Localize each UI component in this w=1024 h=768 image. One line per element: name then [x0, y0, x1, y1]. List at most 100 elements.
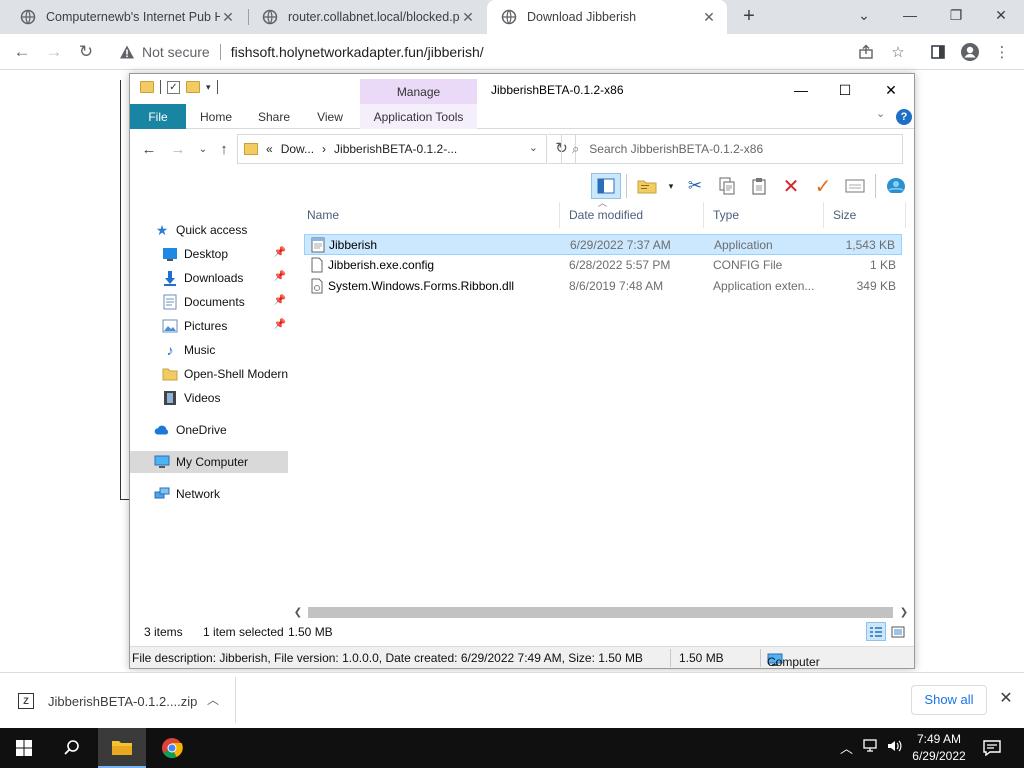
sidebar-item-music[interactable]: ♪ Music: [130, 339, 288, 361]
properties-icon[interactable]: ✓: [167, 80, 180, 94]
breadcrumb-downloads[interactable]: Dow...: [281, 142, 314, 156]
scroll-left-icon[interactable]: ❮: [290, 604, 306, 621]
copy-icon[interactable]: [712, 173, 742, 199]
cut-icon[interactable]: ✂: [680, 173, 710, 199]
breadcrumb[interactable]: « Dow... › JibberishBETA-0.1.2-... ⌄: [237, 134, 547, 164]
restore-button[interactable]: ❐: [933, 0, 979, 30]
close-tab-icon[interactable]: ✕: [701, 9, 717, 25]
pin-icon[interactable]: 📌: [274, 295, 286, 306]
customize-qat-icon[interactable]: ▾: [206, 82, 211, 93]
help-icon[interactable]: ?: [896, 109, 912, 125]
table-row[interactable]: System.Windows.Forms.Ribbon.dll 8/6/2019…: [304, 276, 902, 297]
reload-button[interactable]: ↻: [73, 39, 99, 65]
share-icon[interactable]: [856, 42, 876, 62]
breadcrumb-overflow[interactable]: «: [266, 142, 273, 156]
tab-share[interactable]: Share: [250, 104, 298, 129]
delete-icon[interactable]: ✕: [776, 173, 806, 199]
column-header-date[interactable]: Date modified: [560, 202, 704, 228]
tab-download-jibberish[interactable]: Download Jibberish ✕: [487, 0, 727, 34]
volume-icon[interactable]: [886, 738, 904, 757]
details-view-icon[interactable]: [866, 622, 886, 641]
sidebar-item-videos[interactable]: Videos: [130, 387, 288, 409]
file-type: Application exten...: [713, 279, 815, 293]
sidebar-item-my-computer[interactable]: My Computer: [130, 451, 288, 473]
network-tray-icon[interactable]: [862, 738, 880, 757]
address-bar[interactable]: Not secure fishsoft.holynetworkadapter.f…: [108, 37, 916, 67]
tab-application-tools[interactable]: Application Tools: [360, 104, 477, 129]
minimize-button[interactable]: —: [778, 78, 824, 102]
chevron-up-icon[interactable]: ︿: [840, 738, 853, 757]
column-header-name[interactable]: Name: [298, 202, 560, 228]
new-folder-icon[interactable]: [632, 173, 662, 199]
start-button[interactable]: [0, 728, 48, 768]
paste-icon[interactable]: [744, 173, 774, 199]
close-tab-icon[interactable]: ✕: [460, 9, 476, 25]
search-icon: [64, 740, 79, 755]
breadcrumb-current-folder[interactable]: JibberishBETA-0.1.2-...: [334, 142, 457, 156]
large-icons-view-icon[interactable]: [888, 622, 908, 641]
profile-avatar[interactable]: [960, 42, 980, 62]
close-icon[interactable]: ✕: [996, 689, 1016, 709]
new-folder-icon[interactable]: [186, 81, 200, 93]
pin-icon[interactable]: 📌: [274, 271, 286, 282]
scroll-right-icon[interactable]: ❯: [896, 604, 912, 621]
table-row[interactable]: Jibberish 6/29/2022 7:37 AM Application …: [304, 234, 902, 255]
kebab-menu-icon[interactable]: ⋮: [992, 42, 1012, 62]
sidebar-item-downloads[interactable]: Downloads 📌: [130, 267, 288, 289]
email-icon[interactable]: [840, 173, 870, 199]
search-button[interactable]: [48, 728, 96, 768]
tab-computernewb[interactable]: Computernewb's Internet Pub H ✕: [6, 0, 246, 34]
close-button[interactable]: ✕: [868, 78, 914, 102]
chrome-taskbar-button[interactable]: [148, 728, 196, 768]
forward-arrow-icon[interactable]: →: [168, 140, 188, 160]
forward-button[interactable]: →: [41, 39, 67, 65]
maximize-button[interactable]: ☐: [822, 78, 868, 102]
column-header-type[interactable]: Type: [704, 202, 824, 228]
breadcrumb-separator[interactable]: ›: [322, 142, 326, 156]
tab-router-blocked[interactable]: router.collabnet.local/blocked.ph ✕: [248, 0, 486, 34]
chevron-up-icon[interactable]: ︿: [204, 691, 222, 709]
sidebar-item-pictures[interactable]: Pictures 📌: [130, 315, 288, 337]
recent-locations-icon[interactable]: ⌄: [193, 140, 213, 160]
sidebar-item-quick-access[interactable]: ★ Quick access: [130, 219, 288, 241]
back-button[interactable]: ←: [9, 39, 35, 65]
open-shell-icon[interactable]: [881, 173, 911, 199]
search-input[interactable]: ⌕ Search JibberishBETA-0.1.2-x86: [561, 134, 903, 164]
manage-context-tab[interactable]: Manage: [360, 79, 477, 104]
properties-check-icon[interactable]: ✓: [808, 173, 838, 199]
system-clock[interactable]: 7:49 AM 6/29/2022: [904, 731, 974, 765]
sidebar-item-documents[interactable]: Documents 📌: [130, 291, 288, 313]
new-tab-button[interactable]: +: [737, 5, 761, 29]
chevron-down-icon[interactable]: ⌄: [529, 141, 538, 154]
chevron-down-icon[interactable]: ▾: [664, 173, 678, 199]
sidebar-item-openshell[interactable]: Open-Shell Modern: [130, 363, 288, 385]
expand-ribbon-icon[interactable]: ⌄: [876, 107, 885, 120]
back-arrow-icon[interactable]: ←: [139, 140, 159, 160]
bookmark-star-icon[interactable]: ☆: [888, 42, 908, 62]
show-all-button[interactable]: Show all: [911, 685, 987, 715]
table-row[interactable]: Jibberish.exe.config 6/28/2022 5:57 PM C…: [304, 255, 902, 276]
tab-file[interactable]: File: [130, 104, 186, 129]
up-arrow-icon[interactable]: ↑: [214, 140, 234, 160]
tab-home[interactable]: Home: [192, 104, 240, 129]
tab-view[interactable]: View: [308, 104, 352, 129]
side-panel-icon[interactable]: [928, 42, 948, 62]
notification-icon[interactable]: [982, 738, 1002, 758]
file-explorer-taskbar-button[interactable]: [98, 728, 146, 768]
minimize-button[interactable]: —: [887, 0, 933, 30]
url-text[interactable]: fishsoft.holynetworkadapter.fun/jibberis…: [231, 44, 484, 60]
warning-icon[interactable]: [118, 43, 136, 61]
pin-icon[interactable]: 📌: [274, 247, 286, 258]
close-window-button[interactable]: ✕: [978, 0, 1024, 30]
column-header-size[interactable]: Size: [824, 202, 906, 228]
pin-icon[interactable]: 📌: [274, 319, 286, 330]
horizontal-scrollbar[interactable]: ❮ ❯: [290, 604, 914, 621]
file-date: 6/28/2022 5:57 PM: [569, 258, 671, 272]
close-tab-icon[interactable]: ✕: [220, 9, 236, 25]
sidebar-item-onedrive[interactable]: OneDrive: [130, 419, 288, 441]
chevron-down-icon[interactable]: ⌄: [841, 0, 887, 30]
scrollbar-thumb[interactable]: [308, 607, 893, 618]
sidebar-item-desktop[interactable]: Desktop 📌: [130, 243, 288, 265]
download-item[interactable]: Z JibberishBETA-0.1.2....zip: [18, 687, 197, 715]
sidebar-item-network[interactable]: Network: [130, 483, 288, 505]
